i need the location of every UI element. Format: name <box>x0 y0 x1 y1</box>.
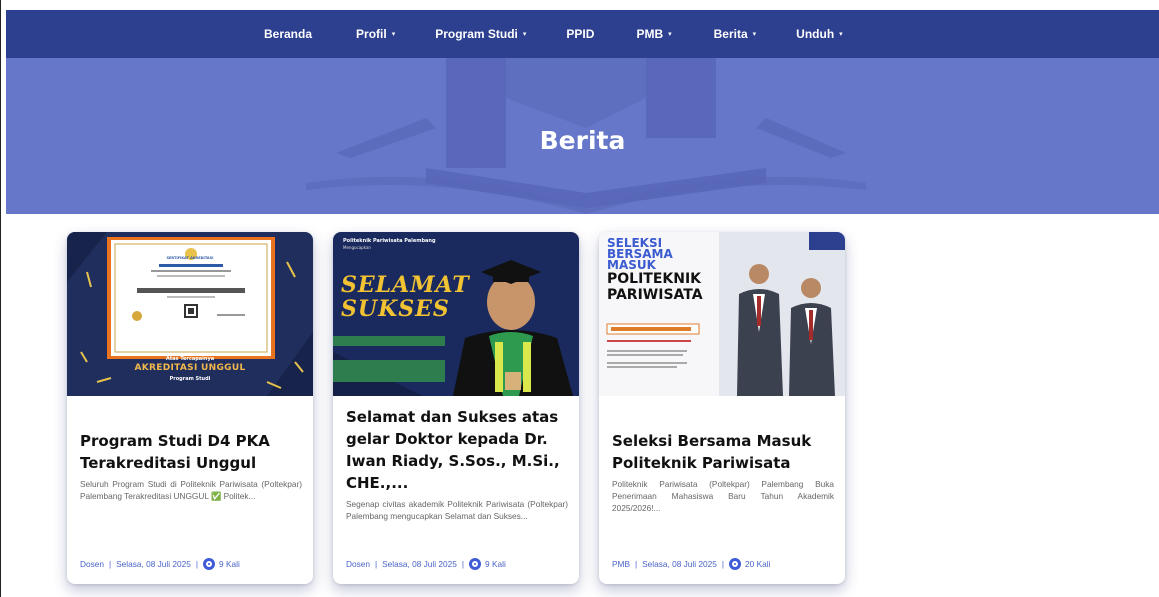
card-excerpt: Seluruh Program Studi di Politeknik Pari… <box>80 479 302 501</box>
certificate-title: SERTIFIKAT AKREDITASI <box>166 256 214 260</box>
image-subheader: Mengucapkan <box>343 245 371 250</box>
chevron-down-icon: ▾ <box>391 31 396 38</box>
nav-item-pmb[interactable]: PMB ▾ <box>636 27 671 41</box>
news-thumbnail: Politeknik Pariwisata Palembang Mengucap… <box>333 232 579 396</box>
news-card[interactable]: Atas Tercapainya AKREDITASI UNGGUL Progr… <box>67 232 313 584</box>
main-navbar: Beranda Profil ▾ Program Studi ▾ PPID PM… <box>6 10 1159 58</box>
nav-label: PMB <box>636 27 664 41</box>
badge-caption: Atas Tercapainya <box>165 356 215 362</box>
nav-item-unduh[interactable]: Unduh ▾ <box>796 27 843 41</box>
eye-icon <box>729 558 742 570</box>
page-hero: Berita <box>6 58 1159 214</box>
card-category[interactable]: Dosen <box>346 559 370 569</box>
chevron-down-icon: ▾ <box>752 31 757 38</box>
image-word-sukses: SUKSES <box>341 296 450 322</box>
card-date: Selasa, 08 Juli 2025 <box>642 559 717 569</box>
nav-item-berita[interactable]: Berita ▾ <box>714 27 757 41</box>
meta-separator: | <box>108 559 112 569</box>
nav-label: Profil <box>356 27 387 41</box>
eye-icon <box>469 558 482 570</box>
nav-label: Unduh <box>796 27 835 41</box>
card-title[interactable]: Seleksi Bersama Masuk Politeknik Pariwis… <box>612 430 834 474</box>
news-card[interactable]: Politeknik Pariwisata Palembang Mengucap… <box>333 232 579 584</box>
nav-item-program-studi[interactable]: Program Studi ▾ <box>435 27 526 41</box>
card-meta: PMB | Selasa, 08 Juli 2025 | 20 Kali <box>612 558 770 570</box>
nav-label: Program Studi <box>435 27 518 41</box>
card-excerpt: Segenap civitas akademik Politeknik Pari… <box>346 499 568 521</box>
card-excerpt: Politeknik Pariwisata (Poltekpar) Palemb… <box>612 479 834 513</box>
card-category[interactable]: PMB <box>612 559 630 569</box>
card-meta: Dosen | Selasa, 08 Juli 2025 | 9 Kali <box>80 558 240 570</box>
image-line-politeknik: POLITEKNIK <box>607 271 702 287</box>
card-title[interactable]: Program Studi D4 PKA Terakreditasi Unggu… <box>80 430 302 474</box>
meta-separator: | <box>461 559 465 569</box>
meta-separator: | <box>195 559 199 569</box>
news-thumbnail: Atas Tercapainya AKREDITASI UNGGUL Progr… <box>67 232 313 396</box>
card-title[interactable]: Selamat dan Sukses atas gelar Doktor kep… <box>346 406 568 494</box>
meta-separator: | <box>374 559 378 569</box>
image-line-pariwisata: PARIWISATA <box>607 287 703 303</box>
meta-separator: | <box>634 559 638 569</box>
eye-icon <box>203 558 216 570</box>
meta-separator: | <box>721 559 725 569</box>
news-thumbnail: SELEKSI BERSAMA MASUK POLITEKNIK PARIWIS… <box>599 232 845 396</box>
nav-label: PPID <box>566 27 595 41</box>
nav-item-profil[interactable]: Profil ▾ <box>356 27 395 41</box>
news-card[interactable]: SELEKSI BERSAMA MASUK POLITEKNIK PARIWIS… <box>599 232 845 584</box>
nav-item-ppid[interactable]: PPID <box>566 27 594 41</box>
image-word-selamat: SELAMAT <box>341 272 470 298</box>
chevron-down-icon: ▾ <box>522 31 527 38</box>
badge-subcaption: Program Studi <box>169 376 211 382</box>
image-header: Politeknik Pariwisata Palembang <box>343 238 436 244</box>
nav-label: Berita <box>713 27 748 41</box>
nav-item-beranda[interactable]: Beranda <box>264 27 312 41</box>
card-meta: Dosen | Selasa, 08 Juli 2025 | 9 Kali <box>346 558 506 570</box>
badge-title: AKREDITASI UNGGUL <box>134 363 246 373</box>
nav-label: Beranda <box>264 27 313 41</box>
news-card-list: Atas Tercapainya AKREDITASI UNGGUL Progr… <box>67 232 845 584</box>
chevron-down-icon: ▾ <box>839 31 843 38</box>
card-body: Selamat dan Sukses atas gelar Doktor kep… <box>346 406 568 522</box>
card-category[interactable]: Dosen <box>80 559 104 569</box>
card-body: Program Studi D4 PKA Terakreditasi Unggu… <box>80 430 302 502</box>
card-views: 20 Kali <box>745 559 771 569</box>
card-date: Selasa, 08 Juli 2025 <box>116 559 191 569</box>
page-title: Berita <box>539 126 626 155</box>
chevron-down-icon: ▾ <box>668 31 672 38</box>
card-body: Seleksi Bersama Masuk Politeknik Pariwis… <box>612 430 834 514</box>
card-views: 9 Kali <box>219 559 240 569</box>
card-date: Selasa, 08 Juli 2025 <box>382 559 457 569</box>
card-views: 9 Kali <box>485 559 506 569</box>
image-line-masuk: MASUK <box>607 258 656 272</box>
